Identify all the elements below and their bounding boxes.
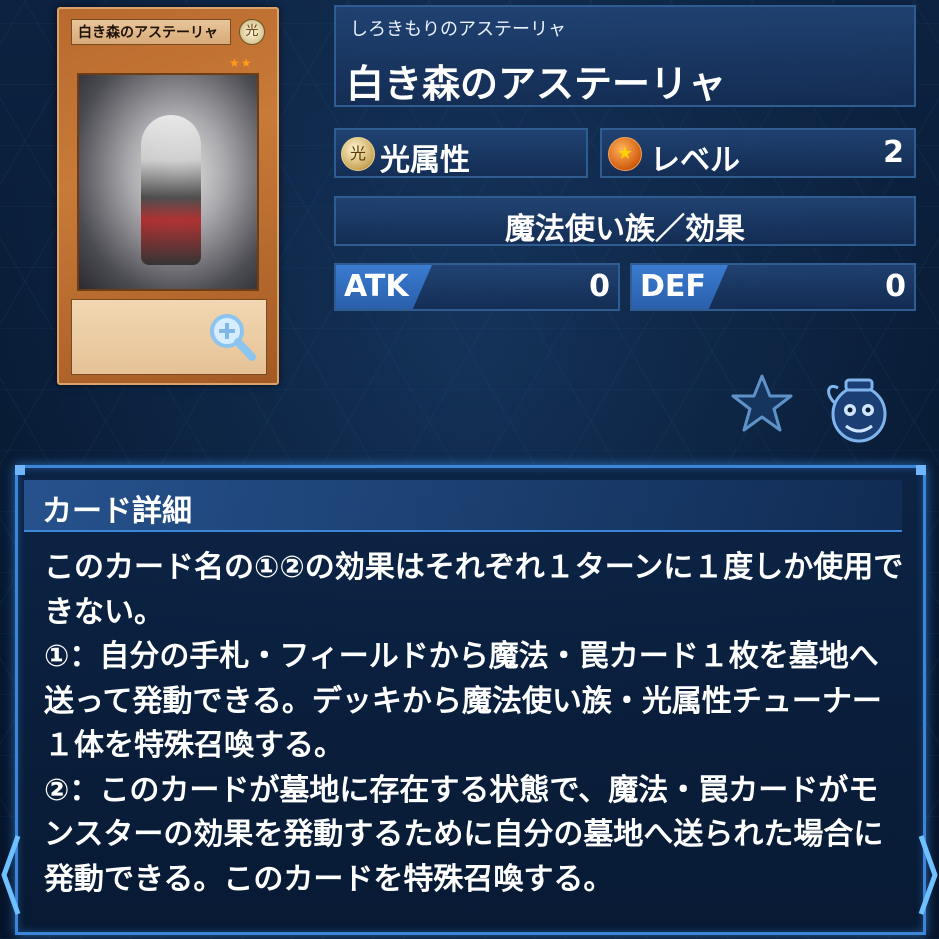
def-label: DEF: [632, 265, 728, 309]
panel-corner: [916, 465, 926, 475]
level-value: 2: [883, 135, 904, 170]
card-thumbnail-name: 白き森のアステーリャ: [71, 19, 231, 45]
card-detail-panel[interactable]: カード詳細 このカード名の①②の効果はそれぞれ１ターンに１度しか使用できない。 …: [15, 465, 926, 935]
card-detail-header: カード詳細: [24, 480, 902, 532]
def-value: 0: [885, 269, 906, 304]
chevron-right-icon[interactable]: [917, 830, 939, 920]
card-thumbnail-stars: ★★: [229, 56, 253, 70]
zoom-icon[interactable]: [207, 311, 257, 363]
deck-jar-icon[interactable]: [826, 374, 892, 444]
card-thumbnail-attribute: 光: [239, 19, 265, 45]
def-panel: DEF 0: [630, 263, 916, 311]
card-detail-title: カード詳細: [42, 494, 192, 529]
atk-panel: ATK 0: [334, 263, 620, 311]
card-name-panel: しろきもりのアステーリャ 白き森のアステーリャ: [334, 5, 916, 107]
card-artwork: [77, 73, 259, 291]
atk-value: 0: [589, 269, 610, 304]
card-artwork-figure: [141, 115, 201, 265]
card-name-kana: しろきもりのアステーリャ: [350, 19, 566, 40]
atk-label: ATK: [336, 265, 432, 309]
type-panel: 魔法使い族／効果: [334, 196, 916, 247]
attribute-label: 光属性: [380, 143, 470, 178]
monster-type: 魔法使い族／効果: [505, 212, 745, 247]
level-label: レベル: [650, 143, 740, 178]
light-attribute-icon: 光: [341, 137, 375, 171]
panel-corner: [15, 465, 25, 475]
star-icon[interactable]: [730, 372, 794, 436]
card-effect-text: このカード名の①②の効果はそれぞれ１ターンに１度しか使用できない。 ①：自分の手…: [44, 550, 904, 897]
level-star-icon: ★: [608, 137, 642, 171]
chevron-left-icon[interactable]: [0, 830, 22, 920]
level-panel: ★ レベル 2: [600, 128, 916, 178]
card-thumbnail[interactable]: 白き森のアステーリャ 光 ★★: [57, 7, 279, 385]
card-name: 白き森のアステーリャ: [346, 62, 727, 106]
attribute-panel: 光 光属性: [334, 128, 588, 178]
